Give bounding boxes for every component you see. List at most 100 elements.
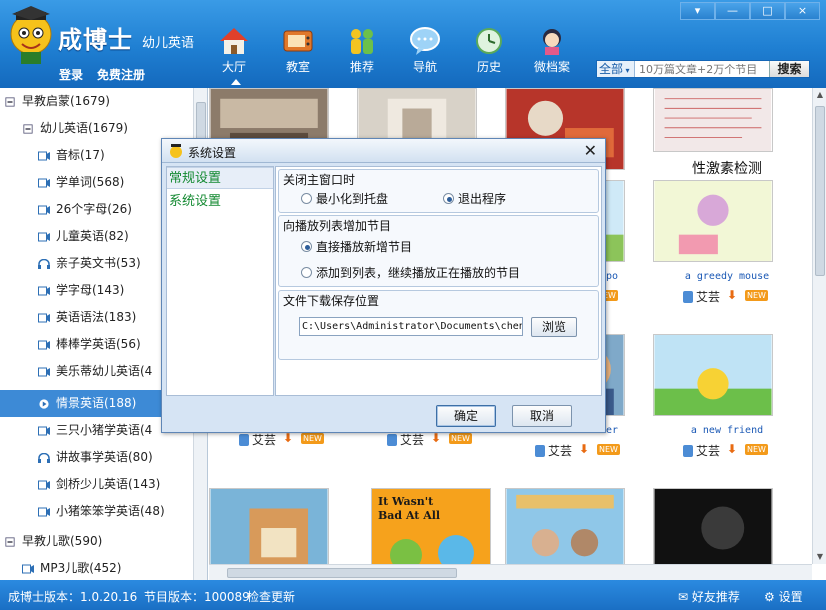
new-badge: NEW <box>301 433 324 444</box>
menu-button[interactable]: ▾ <box>680 2 715 20</box>
download-path-input[interactable]: C:\Users\Administrator\Documents\chen <box>299 317 523 336</box>
video-icon <box>38 313 50 322</box>
program-card[interactable] <box>209 488 357 564</box>
nav-classroom[interactable]: 教室 <box>272 26 324 75</box>
radio-label: 最小化到托盘 <box>316 192 389 206</box>
program-card[interactable] <box>505 488 653 564</box>
program-card[interactable]: a new friend 艾芸 ⬇ NEW <box>653 334 801 459</box>
minimize-button[interactable]: — <box>715 2 750 20</box>
tree-label: 音标(17) <box>56 148 105 162</box>
check-update-link[interactable]: 检查更新 <box>247 588 295 605</box>
tree-item[interactable]: 早教儿歌(590) <box>0 528 194 555</box>
program-version: 节目版本：100089 <box>144 590 250 604</box>
close-window-button[interactable]: × <box>785 2 820 20</box>
dialog-titlebar[interactable]: 系统设置 ✕ <box>162 139 605 163</box>
tree-label: 讲故事学英语(80) <box>56 450 153 464</box>
clock-icon <box>476 28 502 54</box>
client-version: 成博士版本：1.0.20.16 <box>8 590 138 604</box>
settings-link[interactable]: ⚙ 设置 <box>764 588 803 605</box>
group-title: 关闭主窗口时 <box>283 173 356 187</box>
download-icon[interactable]: ⬇ <box>431 431 441 445</box>
login-link[interactable]: 登录 <box>59 66 83 83</box>
video-icon <box>38 151 50 160</box>
thumbnail-text: It Wasn't <box>378 495 434 508</box>
tree-label: 儿童英语(82) <box>56 229 129 243</box>
content-horizontal-scrollbar[interactable] <box>209 564 812 580</box>
playlist-group: 向播放列表增加节目 直接播放新增节目 添加到列表，继续播放正在播放的节目 <box>278 215 599 287</box>
radio-exit-program[interactable]: 退出程序 <box>443 190 506 207</box>
nav-label: 导航 <box>412 60 437 74</box>
program-card[interactable]: a greedy mouse 艾芸 ⬇ NEW <box>653 180 801 305</box>
new-badge: NEW <box>745 290 768 301</box>
program-thumbnail <box>505 488 625 564</box>
tree-label: 幼儿英语(1679) <box>40 121 128 135</box>
minus-box-icon <box>5 96 15 107</box>
radio-play-directly[interactable]: 直接播放新增节目 <box>301 238 412 255</box>
radio-button <box>301 267 312 278</box>
nav-hall[interactable]: 大厅 <box>208 26 260 75</box>
search-category-select[interactable]: 全部 ▾ <box>597 61 635 77</box>
tree-label: 英语语法(183) <box>56 310 137 324</box>
nav-navigation[interactable]: 导航 <box>399 26 451 75</box>
radio-minimize-tray[interactable]: 最小化到托盘 <box>301 190 388 207</box>
program-card[interactable]: 性激素检测 <box>653 88 801 178</box>
radio-add-to-list[interactable]: 添加到列表，继续播放正在播放的节目 <box>301 264 520 281</box>
content-scroll-thumb[interactable] <box>815 106 825 276</box>
download-icon[interactable]: ⬇ <box>283 431 293 445</box>
nav-profile[interactable]: 微档案 <box>526 26 578 75</box>
tree-label: 小猪笨笨学英语(48) <box>56 504 165 518</box>
user-icon <box>683 444 693 457</box>
search-input[interactable] <box>637 61 767 77</box>
settings-panel: 关闭主窗口时 最小化到托盘 退出程序 向播放列表增加节目 直接播放新增节目 添加… <box>275 166 602 396</box>
author-name: 艾芸 <box>400 433 425 447</box>
download-location-group: 文件下载保存位置 C:\Users\Administrator\Document… <box>278 290 599 360</box>
tree-item[interactable]: 早教启蒙(1679) <box>0 88 194 115</box>
scroll-down-arrow-icon[interactable]: ▼ <box>815 552 825 562</box>
author[interactable]: 艾芸 <box>535 442 572 459</box>
user-icon <box>535 444 545 457</box>
program-card[interactable]: It Wasn't Bad At All <box>357 488 505 564</box>
browse-button[interactable]: 浏览 <box>531 317 577 337</box>
tree-label: 学单词(568) <box>56 175 125 189</box>
program-meta: 艾芸 ⬇ NEW <box>209 431 357 448</box>
house-icon <box>220 28 248 54</box>
nav-history[interactable]: 历史 <box>463 26 515 75</box>
ok-button[interactable]: 确定 <box>436 405 496 427</box>
author[interactable]: 艾芸 <box>683 442 720 459</box>
recommend-link[interactable]: ✉ 好友推荐 <box>678 588 740 605</box>
tree-item[interactable]: 剑桥少儿英语(143) <box>0 471 194 498</box>
tree-label: 棒棒学英语(56) <box>56 337 141 351</box>
content-vertical-scrollbar[interactable]: ▲ ▼ <box>812 88 826 564</box>
author[interactable]: 艾芸 <box>239 431 276 448</box>
dialog-close-icon[interactable]: ✕ <box>584 141 597 160</box>
app-mascot-icon <box>170 144 182 158</box>
author[interactable]: 艾芸 <box>387 431 424 448</box>
search-button[interactable]: 搜索 <box>769 61 809 77</box>
author-name: 艾芸 <box>252 433 277 447</box>
scroll-up-arrow-icon[interactable]: ▲ <box>815 90 825 100</box>
tree-item[interactable]: 讲故事学英语(80) <box>0 444 194 471</box>
video-icon <box>38 480 50 489</box>
nav-recommend[interactable]: 推荐 <box>336 26 388 75</box>
tree-label: 学字母(143) <box>56 283 125 297</box>
video-icon <box>38 286 50 295</box>
maximize-button[interactable]: □ <box>750 2 785 20</box>
program-title: 性激素检测 <box>692 161 762 177</box>
download-icon[interactable]: ⬇ <box>727 288 737 302</box>
author[interactable]: 艾芸 <box>683 288 720 305</box>
settings-nav-general[interactable]: 常规设置 <box>167 167 273 189</box>
content-hscroll-thumb[interactable] <box>227 568 457 578</box>
download-icon[interactable]: ⬇ <box>579 442 589 456</box>
register-link[interactable]: 免费注册 <box>97 66 145 83</box>
program-caption: a new friend <box>690 425 764 436</box>
settings-nav: 常规设置 系统设置 <box>166 166 274 396</box>
nav-label: 教室 <box>285 60 310 74</box>
tree-item[interactable]: 小猪笨笨学英语(48) <box>0 498 194 525</box>
tree-item[interactable]: MP3儿歌(452) <box>0 555 194 580</box>
program-thumbnail <box>653 488 773 564</box>
cancel-button[interactable]: 取消 <box>512 405 572 427</box>
program-card[interactable] <box>653 488 801 564</box>
download-icon[interactable]: ⬇ <box>727 442 737 456</box>
settings-nav-system[interactable]: 系统设置 <box>167 191 273 213</box>
program-thumbnail <box>653 180 773 262</box>
